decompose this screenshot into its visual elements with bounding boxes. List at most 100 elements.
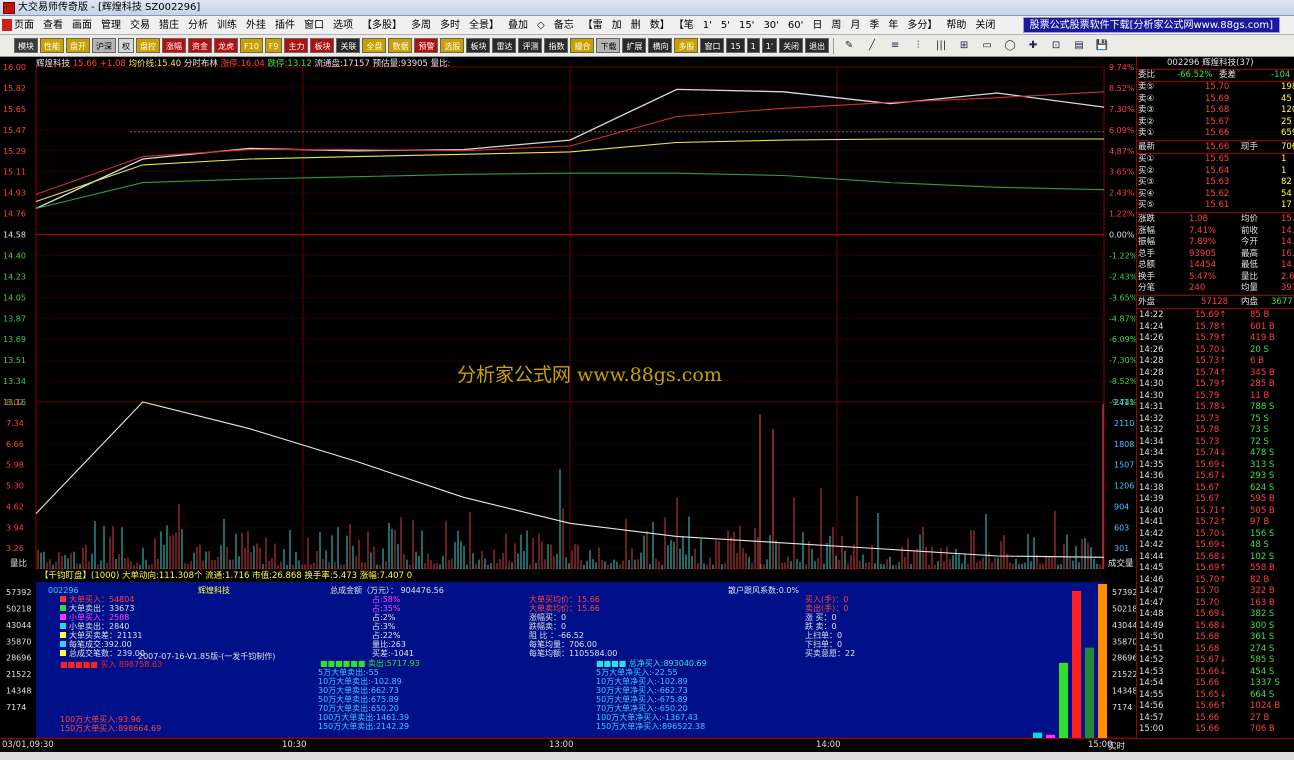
menu-item-18[interactable]: 备忘 [554, 20, 574, 31]
menu-item-34[interactable]: 多分】 [907, 20, 937, 31]
menu-item-29[interactable]: 日 [812, 20, 822, 31]
toolbar-button-20[interactable]: 评测 [518, 38, 543, 53]
draw-tool-icon-10[interactable]: ▤ [1068, 38, 1090, 54]
draw-tool-icon-8[interactable]: ✚ [1022, 38, 1044, 54]
draw-tool-icon-0[interactable]: ✎ [838, 38, 860, 54]
menu-item-16[interactable]: 叠加 [508, 20, 528, 31]
tick-row: 14:39 15.67 595 B [1138, 494, 1294, 504]
menu-item-19[interactable]: 【雷 [583, 20, 603, 31]
draw-tool-icon-3[interactable]: ⫶ [907, 38, 929, 54]
menu-item-26[interactable]: 15' [739, 20, 754, 31]
toolbar-button-21[interactable]: 指数 [544, 38, 569, 53]
menu-item-12[interactable]: 【多股】 [362, 20, 402, 31]
menu-item-31[interactable]: 月 [850, 20, 860, 31]
toolbar-button-1[interactable]: 性能 [40, 38, 64, 53]
toolbar-button-7[interactable]: 资金 [188, 38, 212, 53]
toolbar-button-8[interactable]: 龙虎 [214, 38, 238, 53]
tick-row: 14:34 15.74↓ 478 S [1138, 448, 1294, 458]
menu-item-24[interactable]: 1' [703, 20, 712, 31]
menu-item-36[interactable]: 关闭 [975, 20, 995, 31]
pan-col4-item: 买卖意愿：22 [805, 649, 856, 658]
stock-header: 辉煌科技 15.66 +1.08 均价线:15.40 分时布林 涨停:16.04… [36, 58, 451, 70]
toolbar-button-23[interactable]: 下载 [596, 38, 621, 53]
menu-item-6[interactable]: 分析 [188, 20, 208, 31]
toolbar-button-5[interactable]: 盘控 [136, 38, 160, 53]
tick-cell: 15.66 [1195, 724, 1220, 734]
quote-cell: 15.39 [1281, 214, 1294, 224]
menu-item-5[interactable]: 猎庄 [159, 20, 179, 31]
bid-row: 买④ 15.62 54 [1137, 189, 1294, 199]
quote-cell: 57128 [1201, 297, 1229, 307]
toolbar-button-3[interactable]: 沪深 [92, 38, 116, 53]
toolbar-button-28[interactable]: 15 [726, 38, 745, 53]
menu-item-13[interactable]: 多周 [411, 20, 431, 31]
menu-item-30[interactable]: 周 [831, 20, 841, 31]
toolbar-button-9[interactable]: F10 [240, 38, 263, 53]
toolbar-button-10[interactable]: F9 [264, 38, 283, 53]
toolbar-button-17[interactable]: 选股 [440, 38, 465, 53]
menu-item-1[interactable]: 查看 [43, 20, 63, 31]
toolbar-button-16[interactable]: 预警 [414, 38, 439, 53]
menu-item-27[interactable]: 30' [763, 20, 778, 31]
menu-item-2[interactable]: 画面 [72, 20, 92, 31]
draw-tool-icon-9[interactable]: ⊡ [1045, 38, 1067, 54]
menu-item-9[interactable]: 插件 [275, 20, 295, 31]
toolbar-button-18[interactable]: 板块 [466, 38, 491, 53]
menu-item-10[interactable]: 窗口 [304, 20, 324, 31]
toolbar-button-12[interactable]: 板块 [310, 38, 335, 53]
menu-item-17[interactable]: ◇ [537, 20, 545, 31]
menu-item-28[interactable]: 60' [788, 20, 803, 31]
menu-item-21[interactable]: 删 [631, 20, 641, 31]
menu-item-0[interactable]: 页面 [14, 20, 34, 31]
draw-tool-icon-7[interactable]: ◯ [999, 38, 1021, 54]
limit-down: 跌停:13.12 [267, 59, 312, 69]
realtime-label[interactable]: 实时 [1108, 740, 1125, 752]
menu-item-3[interactable]: 管理 [101, 20, 121, 31]
draw-tool-icon-4[interactable]: ||| [930, 38, 952, 54]
draw-tool-icon-11[interactable]: 💾 [1091, 38, 1113, 54]
draw-tool-icon-1[interactable]: ╱ [861, 38, 883, 54]
toolbar-button-26[interactable]: 多股 [674, 38, 699, 53]
menu-item-22[interactable]: 数】 [650, 20, 670, 31]
menu-item-20[interactable]: 加 [612, 20, 622, 31]
ad-banner[interactable]: 股票公式股票软件下载[分析家公式网www.88gs.com] [1022, 17, 1280, 33]
toolbar-button-29[interactable]: 1 [746, 38, 760, 53]
toolbar-button-13[interactable]: 关联 [336, 38, 361, 53]
menu-item-23[interactable]: 【笔 [679, 20, 694, 31]
toolbar-button-24[interactable]: 扩展 [622, 38, 647, 53]
menu-item-25[interactable]: 5' [721, 20, 730, 31]
toolbar-button-27[interactable]: 窗口 [700, 38, 725, 53]
pct-tick-label: 0.00% [1109, 231, 1135, 240]
draw-tool-icon-5[interactable]: ⊞ [953, 38, 975, 54]
toolbar-button-0[interactable]: 模块 [14, 38, 38, 53]
toolbar-button-15[interactable]: 数据 [388, 38, 413, 53]
toolbar-button-4[interactable]: 权 [118, 38, 134, 53]
menu-item-8[interactable]: 外挂 [246, 20, 266, 31]
pan-right-tick: 50218 [1112, 604, 1136, 613]
toolbar-button-32[interactable]: 退出 [805, 38, 830, 53]
toolbar-button-14[interactable]: 全盘 [362, 38, 387, 53]
tick-row: 14:22 15.69↑ 85 B [1138, 310, 1294, 320]
app-menu-icon[interactable] [2, 19, 12, 31]
draw-tool-icon-6[interactable]: ▭ [976, 38, 998, 54]
menu-item-32[interactable]: 季 [869, 20, 879, 31]
toolbar-button-2[interactable]: 盘开 [66, 38, 90, 53]
toolbar-button-25[interactable]: 横向 [648, 38, 673, 53]
toolbar-button-11[interactable]: 主力 [284, 38, 309, 53]
toolbar-button-6[interactable]: 涨幅 [162, 38, 186, 53]
menu-item-33[interactable]: 年 [888, 20, 898, 31]
menu-item-15[interactable]: 全景】 [469, 20, 499, 31]
menu-item-7[interactable]: 训练 [217, 20, 237, 31]
toolbar-button-30[interactable]: 1' [761, 38, 778, 53]
tick-row: 14:47 15.70 163 B [1138, 598, 1294, 608]
toolbar-button-31[interactable]: 关闭 [779, 38, 804, 53]
menu-item-4[interactable]: 交易 [130, 20, 150, 31]
tick-cell: 15.78 [1195, 425, 1220, 435]
menu-item-35[interactable]: 帮助 [946, 20, 966, 31]
menu-item-11[interactable]: 选项 [333, 20, 353, 31]
toolbar-button-22[interactable]: 撮合 [570, 38, 595, 53]
price-tick-label: 14.93 [3, 189, 26, 198]
toolbar-button-19[interactable]: 雷达 [492, 38, 517, 53]
draw-tool-icon-2[interactable]: ≡ [884, 38, 906, 54]
menu-item-14[interactable]: 多时 [440, 20, 460, 31]
